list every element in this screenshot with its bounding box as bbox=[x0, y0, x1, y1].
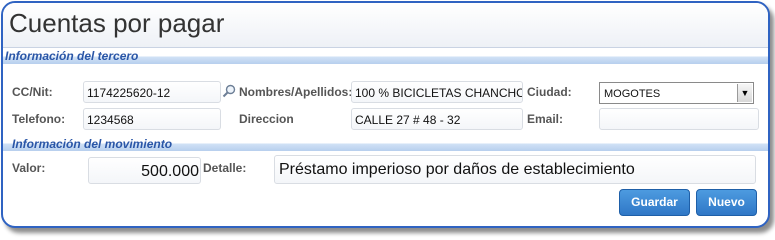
nuevo-button[interactable]: Nuevo bbox=[696, 189, 757, 216]
email-label: Email: bbox=[527, 112, 564, 126]
direccion-field[interactable]: CALLE 27 # 48 - 32 bbox=[351, 108, 523, 130]
telefono-label: Telefono: bbox=[12, 112, 66, 126]
direccion-label: Direccion bbox=[239, 112, 294, 126]
search-icon[interactable] bbox=[222, 84, 236, 98]
nombres-label: Nombres/Apellidos: bbox=[239, 85, 353, 99]
panel-header: Cuentas por pagar bbox=[3, 3, 768, 48]
ciudad-select[interactable]: MOGOTES ▼ bbox=[599, 82, 754, 104]
guardar-button[interactable]: Guardar bbox=[619, 189, 690, 216]
detalle-field[interactable]: Préstamo imperioso por daños de establec… bbox=[274, 155, 756, 184]
valor-field[interactable]: 500.000 bbox=[88, 157, 201, 184]
ciudad-select-value: MOGOTES bbox=[604, 88, 661, 100]
ciudad-label: Ciudad: bbox=[527, 85, 572, 99]
valor-label: Valor: bbox=[12, 161, 46, 175]
cuentas-por-pagar-panel: Cuentas por pagar Información del tercer… bbox=[1, 1, 770, 228]
section-label-tercero: Información del tercero bbox=[5, 49, 139, 63]
chevron-down-icon[interactable]: ▼ bbox=[737, 84, 752, 102]
section-label-movimiento: Información del movimiento bbox=[12, 137, 173, 151]
telefono-field[interactable]: 1234568 bbox=[83, 108, 221, 130]
ccnit-label: CC/Nit: bbox=[12, 85, 53, 99]
ccnit-field[interactable]: 1174225620-12 bbox=[83, 81, 221, 103]
email-field[interactable] bbox=[599, 108, 759, 130]
detalle-label: Detalle: bbox=[203, 161, 247, 175]
page-title: Cuentas por pagar bbox=[9, 8, 225, 38]
nombres-field[interactable]: 100 % BICICLETAS CHANCHO A bbox=[351, 81, 523, 103]
